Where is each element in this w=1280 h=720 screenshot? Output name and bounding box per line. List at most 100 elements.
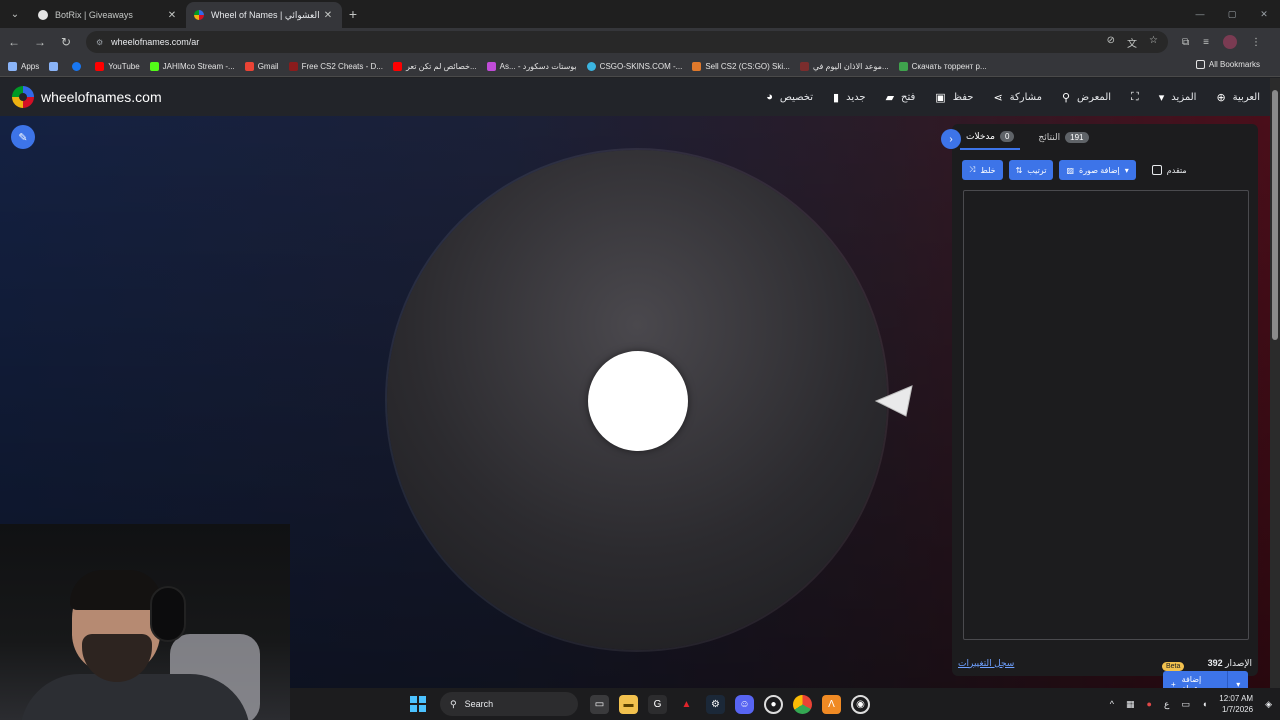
nav-gallery[interactable]: ⚲ المعرض <box>1062 91 1111 104</box>
entries-textarea[interactable]: Beta +إضافة عجلة ▾ <box>963 190 1249 697</box>
folder-icon <box>1195 60 1205 69</box>
bookmark-gmail[interactable]: Gmail <box>244 61 279 71</box>
clock[interactable]: 12:07 AM 1/7/2026 <box>1219 693 1253 715</box>
windows-start-icon[interactable] <box>410 696 426 712</box>
edit-pencil-icon[interactable]: ✎ <box>11 125 35 149</box>
nav-save[interactable]: ▣ حفظ <box>935 91 973 104</box>
tray-app-icon[interactable]: ▦ <box>1126 699 1135 710</box>
bookmark-prayer-times[interactable]: موعد الاذان اليوم في... <box>799 61 889 71</box>
chrome-icon[interactable] <box>793 694 812 714</box>
page-scrollbar[interactable] <box>1270 78 1280 688</box>
wheel-favicon-icon <box>194 10 204 20</box>
close-icon[interactable]: ✕ <box>166 10 178 21</box>
nav-language[interactable]: ⊕ العربية <box>1216 91 1260 104</box>
site-name[interactable]: wheelofnames.com <box>41 89 162 105</box>
forward-icon[interactable]: → <box>28 30 52 54</box>
sort-button[interactable]: ⇅ ترتيب <box>1008 160 1054 180</box>
maximize-icon[interactable]: ▢ <box>1216 0 1248 28</box>
file-explorer-icon[interactable]: ▬ <box>619 694 638 714</box>
tab-wheel-of-names[interactable]: Wheel of Names | اسم العشوائي ✕ <box>186 2 342 28</box>
site-icon <box>898 61 908 71</box>
task-view-icon[interactable]: ▭ <box>590 694 609 714</box>
tab-entries[interactable]: مدخلات 0 <box>960 124 1021 150</box>
person-hair <box>70 570 162 610</box>
palette-icon: ◕ <box>766 91 773 103</box>
add-image-button[interactable]: ▨ إضافة صورة ▾ <box>1059 160 1136 180</box>
gmail-icon <box>244 61 254 71</box>
nav-share[interactable]: ⋖ مشاركة <box>993 91 1042 104</box>
media-icon[interactable]: ≡ <box>1203 37 1209 48</box>
g-app-icon[interactable]: G <box>648 694 667 714</box>
all-bookmarks[interactable]: All Bookmarks <box>1195 60 1260 69</box>
red-app-icon[interactable]: ▲ <box>677 695 696 714</box>
wheel-logo-icon[interactable] <box>12 86 34 108</box>
dropdown-icon: ▾ <box>1124 165 1129 175</box>
fullscreen-icon: ⛶ <box>1131 90 1139 103</box>
chevron-up-icon[interactable]: ^ <box>1110 699 1114 709</box>
bookmark-apps[interactable]: Apps <box>8 61 39 71</box>
profile-avatar[interactable] <box>1222 35 1237 49</box>
bookmark-youtube-arabic[interactable]: خصائص لم تكن تعر... <box>392 61 477 71</box>
microphone-icon[interactable]: ● <box>1147 699 1152 709</box>
image-icon: ▨ <box>1066 165 1074 175</box>
notification-icon[interactable]: ◈ <box>1265 699 1272 710</box>
tab-botrix[interactable]: BotRix | Giveaways ✕ <box>30 2 186 28</box>
version-info: الإصدار 392 <box>1207 657 1252 668</box>
bookmark-torrent[interactable]: Скачать торрент р... <box>898 61 987 71</box>
bookmarks-bar: Apps YouTube JAHIMco Stream -... Gmail F… <box>0 56 1280 77</box>
translate-icon[interactable]: 文 <box>1127 35 1137 50</box>
nav-more[interactable]: ▾ المزيد <box>1159 91 1197 104</box>
tab-results[interactable]: النتائج 191 <box>1032 124 1094 150</box>
share-icon: ⋖ <box>993 91 1003 104</box>
nav-new[interactable]: ▮ جديد <box>833 91 866 104</box>
url-text: wheelofnames.com/ar <box>111 37 200 47</box>
botrix-favicon-icon <box>38 10 48 20</box>
discord-icon[interactable]: ☺ <box>735 694 754 714</box>
sort-icon: ⇅ <box>1015 165 1023 175</box>
menu-icon[interactable]: ⋮ <box>1251 37 1261 48</box>
bookmark-cs2-cheats[interactable]: Free CS2 Cheats - D... <box>288 61 383 71</box>
close-window-icon[interactable]: ✕ <box>1248 0 1280 28</box>
taskbar-search[interactable]: ⚲ Search <box>440 692 578 716</box>
steam-icon[interactable]: ⚙ <box>706 694 725 714</box>
site-icon <box>288 61 298 71</box>
eye-off-icon[interactable]: ⊘ <box>1107 35 1115 50</box>
nav-customize[interactable]: ◕ تخصيص <box>766 91 813 103</box>
bookmark-star-icon[interactable]: ☆ <box>1149 35 1158 50</box>
bookmark-discord-posts[interactable]: As... - بوستات دسكورد <box>486 61 577 71</box>
grid-icon <box>49 61 59 71</box>
obs-icon[interactable]: ● <box>764 694 783 714</box>
scrollbar-thumb[interactable] <box>1272 90 1278 340</box>
bookmark-facebook[interactable] <box>72 61 85 71</box>
back-icon[interactable]: ← <box>2 30 26 54</box>
wheel-center-hub[interactable] <box>588 351 688 451</box>
nav-fullscreen[interactable]: ⛶ <box>1131 91 1139 104</box>
extensions-icon[interactable]: ⧉ <box>1182 37 1189 48</box>
bookmark-sell-cs2[interactable]: Sell CS2 (CS:GO) Ski... <box>692 61 790 71</box>
panel-tabs: مدخلات 0 النتائج 191 <box>952 124 1258 150</box>
language-indicator[interactable]: ع <box>1164 699 1169 710</box>
checkbox-box[interactable] <box>1151 165 1162 175</box>
new-tab-button[interactable]: + <box>342 3 364 25</box>
advanced-checkbox[interactable]: متقدم <box>1151 165 1187 175</box>
tab-title: Wheel of Names | اسم العشوائي <box>211 9 322 20</box>
bookmark-kick[interactable]: JAHIMco Stream -... <box>149 61 235 71</box>
reload-icon[interactable]: ↻ <box>54 30 78 54</box>
changelog-link[interactable]: سجل التغييرات <box>958 658 1014 669</box>
address-bar[interactable]: ⚙ wheelofnames.com/ar ⊘ 文 ☆ <box>86 31 1168 53</box>
orange-app-icon[interactable]: Λ <box>822 694 841 714</box>
tab-search-button[interactable]: ⌄ <box>4 3 26 25</box>
network-icon[interactable]: ▭ <box>1181 699 1190 710</box>
bookmark-csgo-skins[interactable]: CSGO-SKINS.COM -... <box>586 61 682 71</box>
taskbar: ⚲ Search ▭ ▬ G ▲ ⚙ ☺ ● Λ ◉ ^ ▦ ● ع ▭ ◖ 1… <box>290 688 1280 720</box>
shuffle-button[interactable]: ⤨ خلط <box>962 160 1003 180</box>
volume-icon[interactable]: ◖ <box>1202 699 1207 709</box>
site-info-icon[interactable]: ⚙ <box>96 38 103 47</box>
settings-app-icon[interactable]: ◉ <box>851 694 870 714</box>
bookmark-grid[interactable] <box>49 61 62 71</box>
bookmark-youtube[interactable]: YouTube <box>95 61 140 71</box>
nav-open[interactable]: ▰ فتح <box>886 91 916 104</box>
minimize-icon[interactable]: — <box>1184 0 1216 28</box>
system-tray: ^ ▦ ● ع ▭ ◖ 12:07 AM 1/7/2026 ◈ <box>1110 688 1272 720</box>
close-icon[interactable]: ✕ <box>322 10 334 21</box>
